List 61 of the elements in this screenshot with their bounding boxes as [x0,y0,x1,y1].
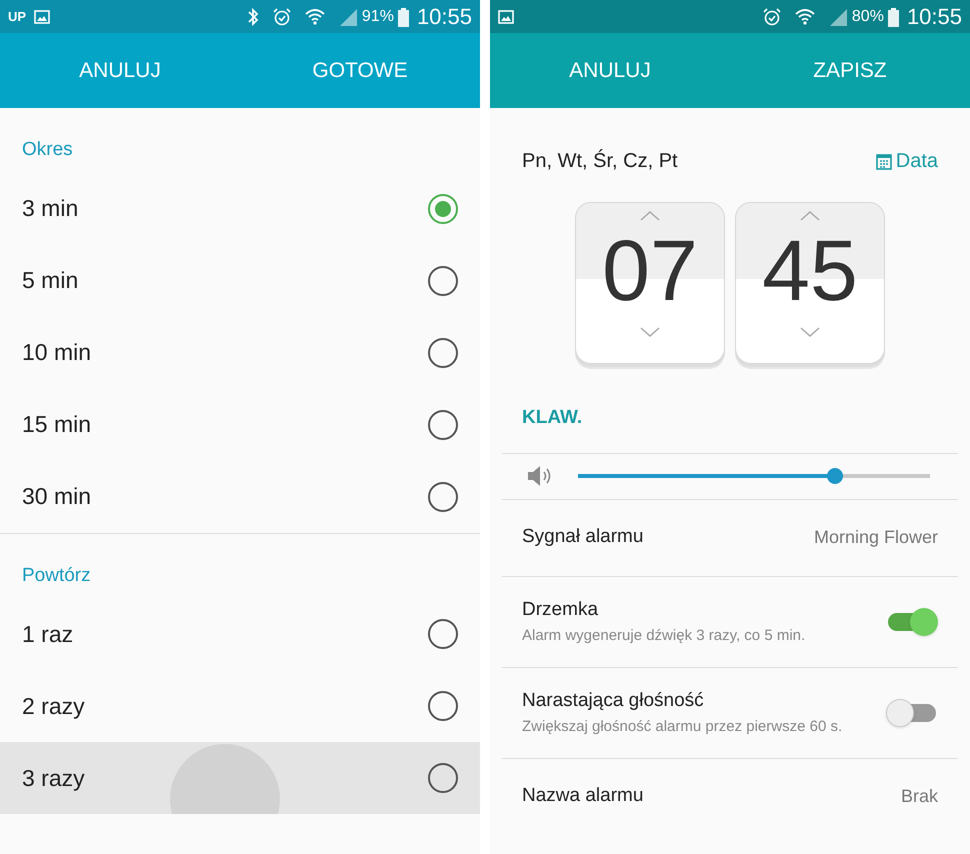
setting-value[interactable]: Morning Flower [814,524,938,551]
option-label: 2 razy [22,692,86,721]
chevron-up-icon[interactable] [640,211,660,221]
setting-title: Drzemka [522,598,600,622]
setting-title: Sygnał alarmu [522,525,644,550]
alarm-clock-icon [272,6,292,26]
setting-description: Alarm wygeneruje dźwięk 3 razy, co 5 min. [522,626,806,646]
option-label: 1 raz [22,620,74,649]
toggle-switch[interactable] [886,606,938,636]
section-heading: Powtórz [21,564,92,588]
clock-time: 10:55 [416,3,472,31]
option-row[interactable]: 3 razy [0,742,480,814]
battery-percent: 91% [362,6,394,26]
image-icon [498,8,514,24]
setting-title: Narastająca głośność [522,689,705,713]
option-label: 10 min [22,338,92,368]
option-label: 30 min [22,482,92,512]
clock-time: 10:55 [906,3,962,31]
volume-slider[interactable] [578,468,930,484]
radio-button[interactable] [428,410,458,440]
time-digits: 45 [762,222,858,321]
option-row[interactable]: 2 razy [0,670,480,742]
option-label: 5 min [22,266,80,296]
time-digits: 07 [602,222,698,321]
wifi-icon [794,6,816,26]
section-heading: Okres [21,138,74,162]
option-label: 15 min [22,410,92,440]
calendar-icon [876,152,892,170]
radio-button[interactable] [428,691,458,721]
signal-icon [338,6,358,26]
radio-button[interactable] [428,482,458,512]
toggle-switch[interactable] [886,698,938,728]
setting-title: Nazwa alarmu [522,784,644,808]
option-row[interactable]: 30 min [0,460,480,532]
option-label: 3 razy [22,764,86,793]
signal-icon [828,6,848,26]
battery-icon [888,6,899,26]
carrier-label: UP [8,8,26,26]
battery-icon [398,6,409,26]
slider-thumb[interactable] [826,468,843,484]
alarm-clock-icon [762,6,782,26]
setting-description: Zwiększaj głośność alarmu przez pierwsze 60 s. [522,716,844,736]
radio-button[interactable] [428,619,458,649]
chevron-up-icon[interactable] [800,211,820,221]
radio-button[interactable] [428,266,458,296]
radio-button[interactable] [428,194,458,224]
option-row[interactable]: 1 raz [0,598,480,670]
option-row[interactable]: 3 min [0,172,480,244]
option-row[interactable]: 5 min [0,244,480,316]
radio-button[interactable] [428,763,458,793]
radio-button[interactable] [428,338,458,368]
wifi-icon [304,6,326,26]
chevron-down-icon[interactable] [800,327,820,337]
option-row[interactable]: 15 min [0,388,480,460]
setting-value[interactable]: Brak [900,782,938,810]
option-row[interactable]: 10 min [0,316,480,388]
chevron-down-icon[interactable] [640,327,660,337]
image-icon [34,8,50,24]
battery-percent: 80% [852,6,884,26]
repeat-days: Pn, Wt, Śr, Cz, Pt [522,146,678,176]
option-label: 3 min [22,194,80,224]
